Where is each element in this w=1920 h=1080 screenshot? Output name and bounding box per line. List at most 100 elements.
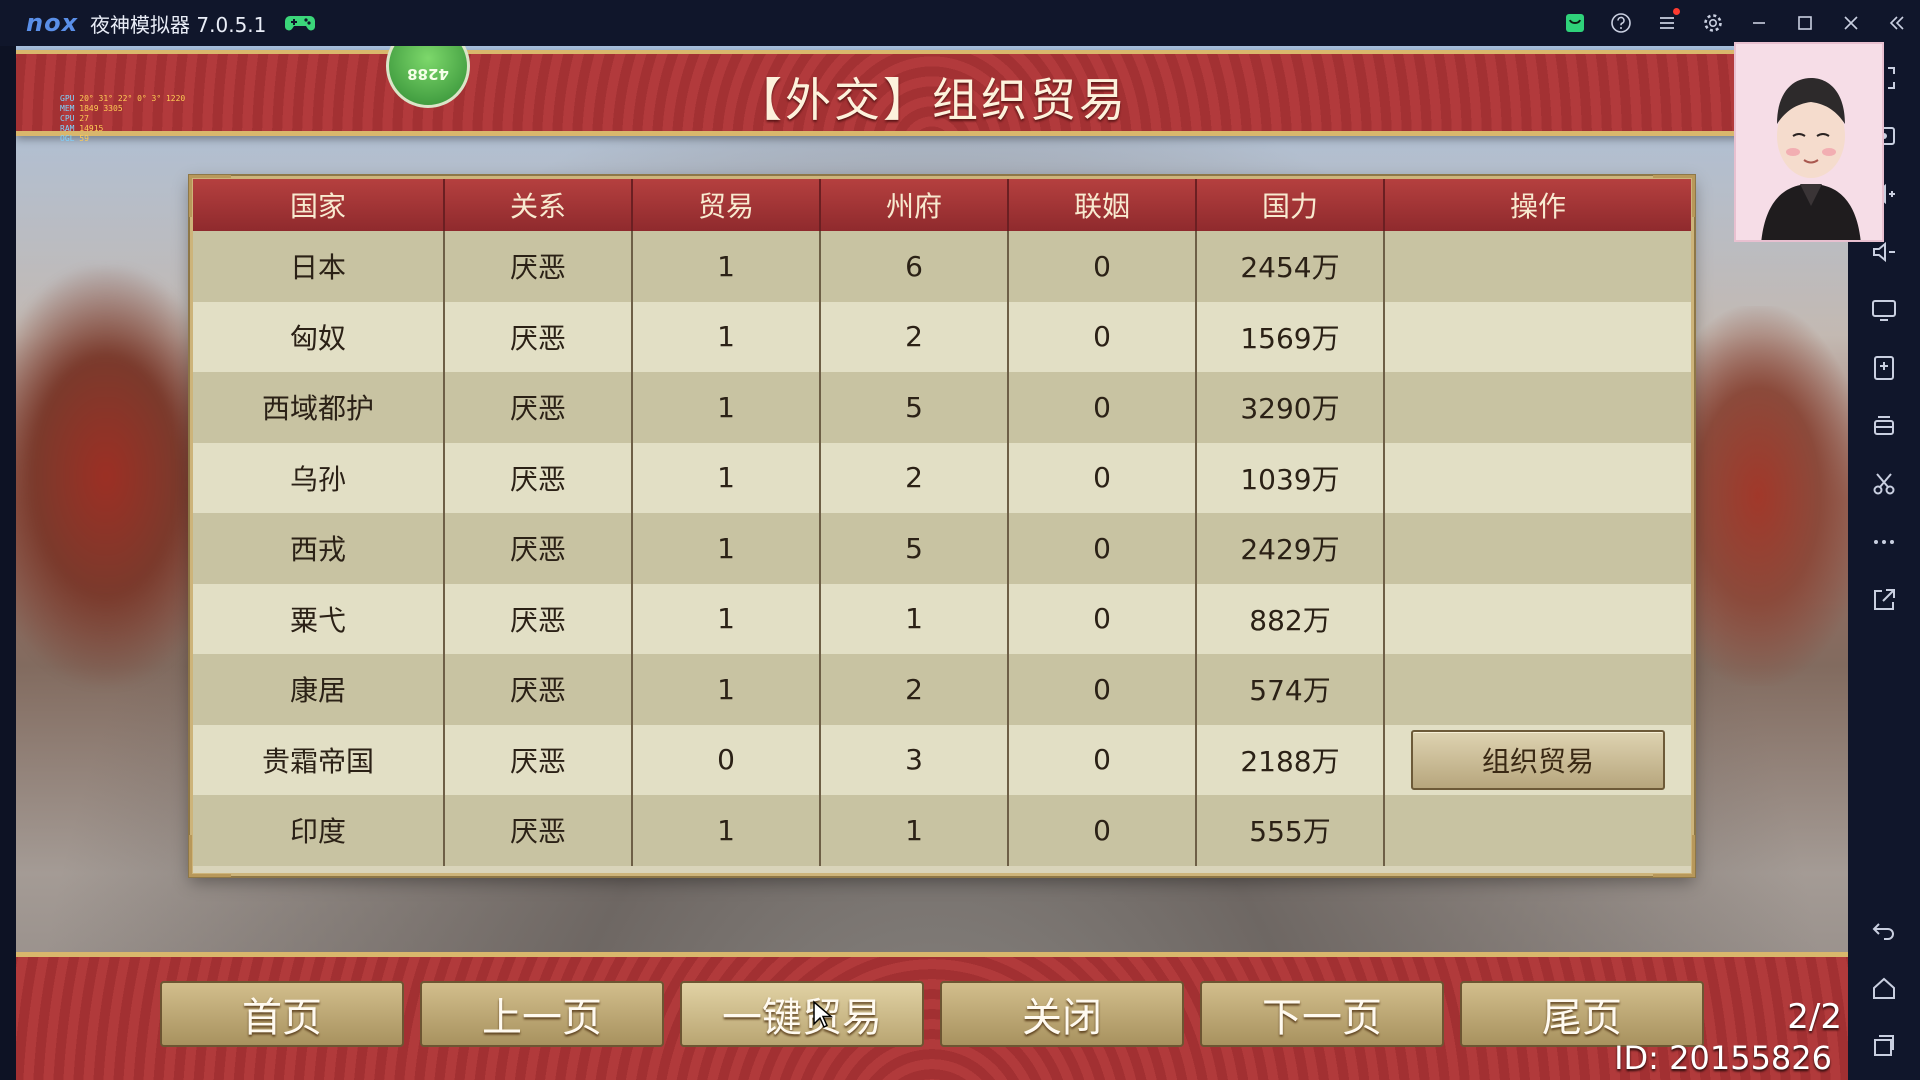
cell-marriage: 0 bbox=[1009, 372, 1197, 443]
cell-prefectures: 5 bbox=[821, 372, 1009, 443]
cell-power: 3290万 bbox=[1197, 372, 1385, 443]
settings-button[interactable] bbox=[1690, 0, 1736, 46]
cell-country: 日本 bbox=[193, 231, 445, 302]
store-button[interactable] bbox=[1552, 0, 1598, 46]
multi-instance-icon bbox=[1874, 416, 1894, 435]
maximize-icon bbox=[1798, 16, 1812, 30]
back-button[interactable] bbox=[1868, 914, 1900, 946]
help-icon bbox=[1611, 13, 1631, 33]
more-button[interactable] bbox=[1868, 526, 1900, 558]
organize-trade-button[interactable]: 组织贸易 bbox=[1411, 729, 1665, 790]
cell-marriage: 0 bbox=[1009, 583, 1197, 654]
performance-overlay: GPU 20° 31° 22° 0° 3° 1220 MEM 1849 3305… bbox=[60, 94, 320, 144]
close-icon bbox=[1844, 16, 1858, 30]
cell-trade: 1 bbox=[633, 372, 821, 443]
table-row: 匈奴 厌恶 1 2 0 1569万 bbox=[193, 301, 1691, 373]
back-icon bbox=[1872, 923, 1894, 940]
cell-trade: 1 bbox=[633, 513, 821, 584]
last-page-button[interactable]: 尾页 bbox=[1460, 981, 1704, 1047]
gamepad-icon[interactable] bbox=[284, 12, 316, 34]
apk-install-button[interactable] bbox=[1868, 352, 1900, 384]
cell-relation: 厌恶 bbox=[445, 513, 633, 584]
cell-relation: 厌恶 bbox=[445, 301, 633, 372]
cell-action bbox=[1385, 513, 1691, 584]
cell-country: 乌孙 bbox=[193, 442, 445, 513]
panel-corner-ornament bbox=[189, 175, 231, 217]
home-icon bbox=[1873, 977, 1895, 999]
table-row: 西域都护 厌恶 1 5 0 3290万 bbox=[193, 372, 1691, 443]
cell-prefectures: 2 bbox=[821, 654, 1009, 725]
bottom-nav-bar: 首页 上一页 一键贸易 关闭 下一页 尾页 2/2 ID: 20155826 bbox=[16, 952, 1848, 1080]
cell-relation: 厌恶 bbox=[445, 583, 633, 654]
recent-apps-button[interactable] bbox=[1868, 1030, 1900, 1062]
cell-relation: 厌恶 bbox=[445, 372, 633, 443]
perf-line: MEM 1849 3305 bbox=[60, 104, 123, 113]
store-icon bbox=[1566, 14, 1584, 32]
cell-prefectures: 2 bbox=[821, 301, 1009, 372]
header-action: 操作 bbox=[1509, 190, 1566, 223]
help-button[interactable] bbox=[1598, 0, 1644, 46]
cell-relation: 厌恶 bbox=[445, 724, 633, 795]
cell-marriage: 0 bbox=[1009, 724, 1197, 795]
share-icon bbox=[1874, 589, 1895, 610]
cell-action bbox=[1385, 231, 1691, 302]
close-button[interactable] bbox=[1828, 0, 1874, 46]
share-button[interactable] bbox=[1868, 584, 1900, 616]
webcam-overlay bbox=[1734, 42, 1884, 242]
prev-page-button[interactable]: 上一页 bbox=[420, 981, 664, 1047]
cell-power: 2188万 bbox=[1197, 724, 1385, 795]
perf-line: CPU 27 bbox=[60, 114, 89, 123]
cell-prefectures: 5 bbox=[821, 513, 1009, 584]
settings-icon bbox=[1704, 14, 1722, 32]
cell-trade: 1 bbox=[633, 301, 821, 372]
scissors-button[interactable] bbox=[1868, 468, 1900, 500]
header-power: 国力 bbox=[1197, 179, 1385, 231]
table-row: 粟弋 厌恶 1 1 0 882万 bbox=[193, 583, 1691, 654]
user-id: ID: 20155826 bbox=[1614, 1039, 1832, 1077]
cell-marriage: 0 bbox=[1009, 513, 1197, 584]
home-button[interactable] bbox=[1868, 972, 1900, 1004]
panel-corner-ornament bbox=[1653, 835, 1695, 877]
cell-country: 粟弋 bbox=[193, 583, 445, 654]
menu-button[interactable] bbox=[1644, 0, 1690, 46]
cell-power: 2429万 bbox=[1197, 513, 1385, 584]
perf-line: OGL 59 bbox=[60, 134, 89, 143]
cell-trade: 1 bbox=[633, 231, 821, 302]
cell-trade: 1 bbox=[633, 583, 821, 654]
multi-instance-button[interactable] bbox=[1868, 410, 1900, 442]
cell-prefectures: 1 bbox=[821, 583, 1009, 654]
perf-line: GPU 20° 31° 22° 0° 3° 1220 bbox=[60, 94, 186, 103]
apk-install-icon bbox=[1874, 356, 1894, 380]
notification-dot bbox=[1673, 8, 1680, 15]
screen-button[interactable] bbox=[1868, 294, 1900, 326]
game-viewport: 4288 【外交】组织贸易 GPU 20° 31° 22° 0° 3° 1220… bbox=[16, 46, 1848, 1080]
cell-country: 匈奴 bbox=[193, 301, 445, 372]
cell-country: 贵霜帝国 bbox=[193, 724, 445, 795]
emulator-titlebar: nox 夜神模拟器 7.0.5.1 bbox=[0, 0, 1920, 46]
collapse-sidebar-icon bbox=[1889, 16, 1904, 30]
cell-action bbox=[1385, 302, 1691, 373]
cell-power: 2454万 bbox=[1197, 231, 1385, 302]
close-panel-button[interactable]: 关闭 bbox=[940, 981, 1184, 1047]
one-click-trade-button[interactable]: 一键贸易 bbox=[680, 981, 924, 1047]
minimize-button[interactable] bbox=[1736, 0, 1782, 46]
collapse-sidebar-button[interactable] bbox=[1874, 0, 1920, 46]
cell-trade: 1 bbox=[633, 442, 821, 513]
more-icon bbox=[1874, 540, 1894, 544]
header-prefectures: 州府 bbox=[821, 179, 1009, 231]
maximize-button[interactable] bbox=[1782, 0, 1828, 46]
panel-corner-ornament bbox=[189, 835, 231, 877]
first-page-button[interactable]: 首页 bbox=[160, 981, 404, 1047]
cell-marriage: 0 bbox=[1009, 442, 1197, 513]
cell-trade: 1 bbox=[633, 795, 821, 866]
cell-country: 西戎 bbox=[193, 513, 445, 584]
cell-action bbox=[1385, 795, 1691, 866]
menu-icon bbox=[1660, 17, 1674, 29]
cell-trade: 0 bbox=[633, 724, 821, 795]
cell-marriage: 0 bbox=[1009, 795, 1197, 866]
cell-prefectures: 1 bbox=[821, 795, 1009, 866]
cell-action bbox=[1385, 372, 1691, 443]
page-indicator: 2/2 bbox=[1787, 997, 1842, 1037]
next-page-button[interactable]: 下一页 bbox=[1200, 981, 1444, 1047]
table-header: 国家 关系 贸易 州府 联姻 国力 操作 bbox=[193, 179, 1691, 231]
